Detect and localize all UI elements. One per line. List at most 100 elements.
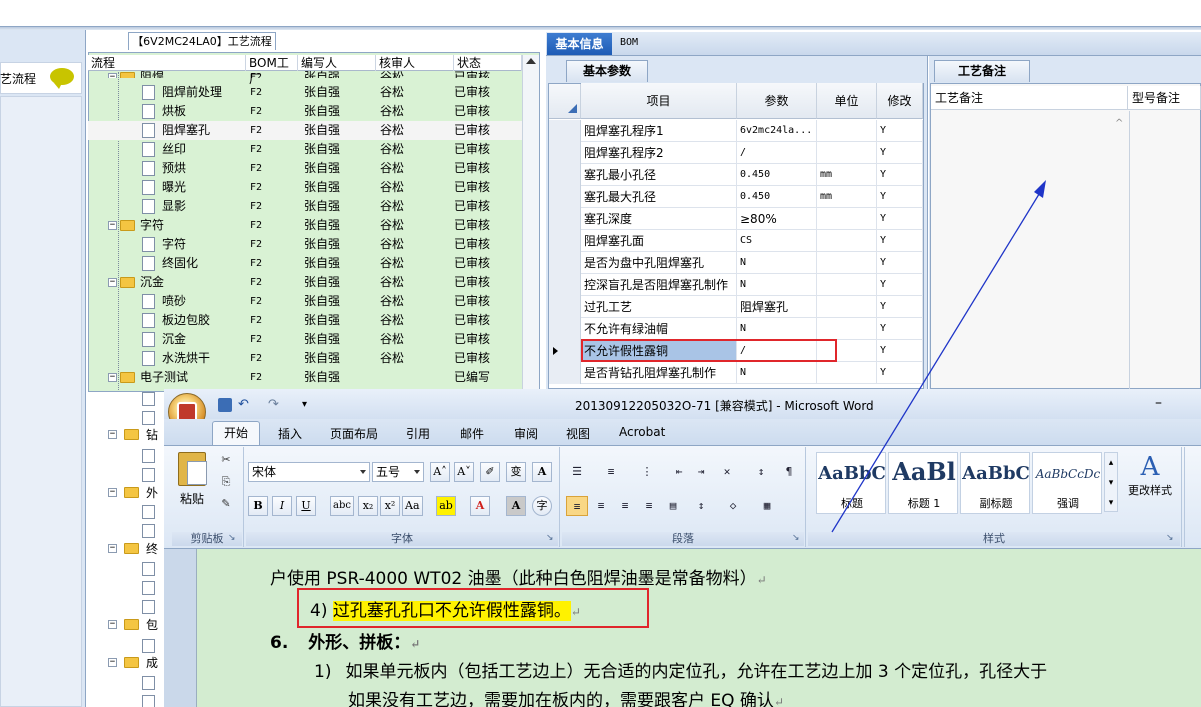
superscript-button[interactable]: x² <box>380 496 400 516</box>
chinese-layout-icon[interactable]: ✕ <box>716 462 738 482</box>
param-modify-cell[interactable]: Y <box>877 274 923 296</box>
font-name-combo[interactable]: 宋体 <box>248 462 370 482</box>
param-value-cell[interactable]: 6v2mc24la... <box>737 120 817 142</box>
param-value-cell[interactable]: ≥80% <box>737 208 817 230</box>
align-right-icon[interactable]: ≡ <box>614 496 636 516</box>
underline-button[interactable]: U <box>296 496 316 516</box>
char-border-button[interactable]: A <box>532 462 552 482</box>
collapse-toggle-icon[interactable]: − <box>108 658 117 667</box>
sort-icon[interactable]: ↕ <box>750 462 772 482</box>
font-launcher-icon[interactable]: ↘ <box>546 533 554 543</box>
param-modify-cell[interactable]: Y <box>877 340 923 362</box>
justify-icon[interactable]: ≡ <box>638 496 660 516</box>
shading-icon[interactable]: ◇ <box>722 496 744 516</box>
clear-format-button[interactable]: ✐ <box>480 462 500 482</box>
chat-bubble-icon[interactable] <box>50 68 74 89</box>
save-icon[interactable] <box>218 398 232 412</box>
param-value-cell[interactable]: CS <box>737 230 817 252</box>
format-painter-icon[interactable]: ✎ <box>218 496 234 512</box>
bold-button[interactable]: B <box>248 496 268 516</box>
minimize-button[interactable]: – <box>1155 395 1162 411</box>
param-row[interactable]: 不允许有绿油帽 N Y <box>549 318 923 340</box>
tree-row[interactable]: 阻焊前处理 F2 张自强 谷松 已审核 <box>88 83 522 102</box>
param-row[interactable]: 阻焊塞孔程序2/ Y <box>549 142 923 164</box>
tab-bom[interactable]: BOM <box>620 37 638 48</box>
ribbon-tab-acrobat[interactable]: Acrobat <box>619 425 665 439</box>
col-item[interactable]: 项目 <box>581 83 737 119</box>
tree-row[interactable]: 水洗烘干 F2 张自强 谷松 已审核 <box>88 349 522 368</box>
collapse-toggle-icon[interactable]: − <box>108 373 117 382</box>
param-value-cell[interactable]: N <box>737 252 817 274</box>
tree-row[interactable]: 字符 F2 张自强 谷松 已审核 <box>88 235 522 254</box>
splitter-bar[interactable] <box>0 26 1201 30</box>
param-row[interactable]: 是否为盘中孔阻焊塞孔 N Y <box>549 252 923 274</box>
tree-row[interactable]: 阻焊塞孔 F2 张自强 谷松 已审核 <box>88 121 522 140</box>
enclose-char-button[interactable]: 字 <box>532 496 552 516</box>
borders-icon[interactable]: ▦ <box>756 496 778 516</box>
styles-scroll[interactable]: ▴ ▾ ▾ <box>1104 452 1118 512</box>
tree-row[interactable]: 烘板 F2 张自强 谷松 已审核 <box>88 102 522 121</box>
param-modify-cell[interactable]: Y <box>877 230 923 252</box>
process-flow-tab[interactable]: 【6V2MC24LA0】工艺流程 <box>128 32 276 50</box>
col-unit[interactable]: 单位 <box>817 83 877 119</box>
decrease-indent-icon[interactable]: ⇤ <box>668 462 690 482</box>
ribbon-tab-view[interactable]: 视图 <box>566 425 590 442</box>
row-header[interactable] <box>549 296 581 318</box>
param-value-cell[interactable]: 阻焊塞孔 <box>737 296 817 318</box>
param-value-cell[interactable]: N <box>737 318 817 340</box>
param-unit-cell[interactable]: mm <box>817 186 877 208</box>
param-item-cell[interactable]: 阻焊塞孔面 <box>581 230 737 252</box>
param-item-cell[interactable]: 是否背钻孔阻焊塞孔制作 <box>581 362 737 384</box>
col-param[interactable]: 参数 <box>737 83 817 119</box>
row-header[interactable] <box>549 318 581 340</box>
param-item-cell[interactable]: 塞孔最小孔径 <box>581 164 737 186</box>
style-emphasis[interactable]: AaBbCcDc 强调 <box>1032 452 1102 514</box>
bullets-icon[interactable]: ☰ <box>566 462 588 482</box>
row-header[interactable] <box>549 164 581 186</box>
row-header[interactable] <box>549 252 581 274</box>
change-styles-button[interactable]: A 更改样式 <box>1122 452 1178 514</box>
tree-row[interactable]: 终固化 F2 张自强 谷松 已审核 <box>88 254 522 273</box>
tree-row[interactable]: − 字符 F2 张自强 谷松 已审核 <box>88 216 522 235</box>
align-center-icon[interactable]: ≡ <box>590 496 612 516</box>
tab-process-remark[interactable]: 工艺备注 <box>934 60 1030 82</box>
param-item-cell[interactable]: 过孔工艺 <box>581 296 737 318</box>
param-modify-cell[interactable]: Y <box>877 252 923 274</box>
row-header[interactable] <box>549 142 581 164</box>
copy-icon[interactable]: ⎘ <box>218 474 234 490</box>
param-row[interactable]: 塞孔最小孔径 0.450 mm Y <box>549 164 923 186</box>
param-value-cell[interactable]: N <box>737 362 817 384</box>
param-row[interactable]: 是否背钻孔阻焊塞孔制作 N Y <box>549 362 923 384</box>
param-item-cell[interactable]: 不允许有绿油帽 <box>581 318 737 340</box>
strikethrough-button[interactable]: abc <box>330 496 354 516</box>
collapse-toggle-icon[interactable]: − <box>108 620 117 629</box>
param-unit-cell[interactable] <box>817 142 877 164</box>
tree-row[interactable]: 丝印 F2 张自强 谷松 已审核 <box>88 140 522 159</box>
row-header[interactable] <box>549 340 581 362</box>
param-unit-cell[interactable] <box>817 120 877 142</box>
clipboard-launcher-icon[interactable]: ↘ <box>228 533 236 543</box>
param-item-cell[interactable]: 塞孔最大孔径 <box>581 186 737 208</box>
col-process-remark[interactable]: 工艺备注 <box>931 86 1128 110</box>
param-row[interactable]: 过孔工艺 阻焊塞孔 Y <box>549 296 923 318</box>
ribbon-tab-page-layout[interactable]: 页面布局 <box>330 425 378 442</box>
collapse-toggle-icon[interactable]: − <box>108 278 117 287</box>
param-row[interactable]: 塞孔深度 ≥80% Y <box>549 208 923 230</box>
param-item-cell[interactable]: 是否为盘中孔阻焊塞孔 <box>581 252 737 274</box>
multilevel-list-icon[interactable]: ⋮ <box>636 462 658 482</box>
tree-scrollbar[interactable] <box>522 55 539 390</box>
style-subtitle[interactable]: AaBbC 副标题 <box>960 452 1030 514</box>
tree-row[interactable]: 预烘 F2 张自强 谷松 已审核 <box>88 159 522 178</box>
line-spacing-icon[interactable]: ↕ <box>690 496 712 516</box>
highlight-color-button[interactable]: ab <box>436 496 456 516</box>
col-model-remark[interactable]: 型号备注 <box>1128 86 1201 110</box>
row-header[interactable] <box>549 186 581 208</box>
collapse-toggle-icon[interactable]: − <box>108 430 117 439</box>
row-header[interactable] <box>549 274 581 296</box>
param-row[interactable]: 阻焊塞孔面 CS Y <box>549 230 923 252</box>
italic-button[interactable]: I <box>272 496 292 516</box>
style-heading-1[interactable]: AaBl 标题 1 <box>888 452 958 514</box>
tree-row[interactable]: 喷砂 F2 张自强 谷松 已审核 <box>88 292 522 311</box>
tree-row[interactable]: − 阻焊 F2 张自强 谷松 已审核 <box>88 68 522 78</box>
scroll-up-arrow-icon[interactable] <box>526 58 536 64</box>
